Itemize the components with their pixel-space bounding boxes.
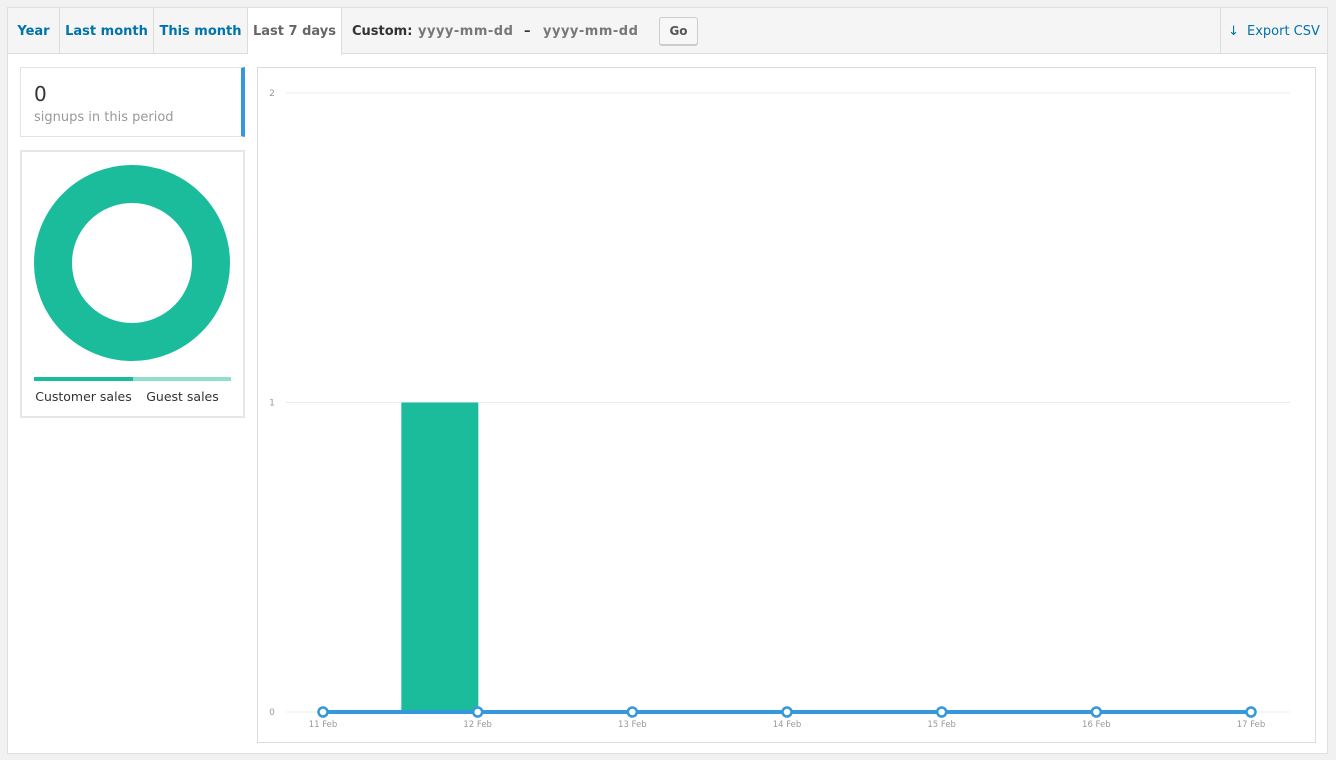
start-date-input[interactable]	[418, 19, 514, 43]
custom-range-label: Custom:	[352, 23, 413, 39]
signups-chart-panel: 2 1 0 11 Feb 12 Feb 13 Feb 14 Feb 15 Feb 16 Feb 1…	[257, 67, 1316, 743]
y-tick-label: 2	[269, 89, 275, 99]
line-point[interactable]	[1090, 706, 1103, 718]
line-point[interactable]	[626, 706, 639, 718]
export-csv-button[interactable]: ↓ Export CSV	[1220, 8, 1327, 54]
report-panel: Year Last month This month Last 7 days C…	[7, 7, 1328, 754]
signups-label: signups in this period	[34, 110, 174, 125]
x-tick-label: 15 Feb	[927, 720, 956, 730]
donut-slice[interactable]	[34, 165, 230, 361]
tab-last-month[interactable]: Last month	[60, 8, 154, 54]
y-tick-label: 1	[269, 399, 275, 409]
signups-summary: 0 signups in this period	[20, 67, 245, 137]
download-arrow-icon: ↓	[1228, 23, 1239, 39]
bar[interactable]	[401, 402, 479, 713]
date-range-separator: –	[524, 23, 531, 39]
x-tick-label: 14 Feb	[773, 720, 802, 730]
x-tick-label: 11 Feb	[309, 720, 338, 730]
range-toolbar: Year Last month This month Last 7 days C…	[8, 8, 1327, 55]
end-date-input[interactable]	[543, 19, 639, 43]
tab-year[interactable]: Year	[8, 8, 60, 54]
legend-label-guest-sales[interactable]: Guest sales	[133, 389, 232, 404]
legend-swatch-customer	[34, 377, 133, 381]
line-point[interactable]	[935, 706, 948, 718]
legend-label-customer-sales[interactable]: Customer sales	[34, 389, 133, 404]
x-tick-label: 13 Feb	[618, 720, 647, 730]
line-point[interactable]	[781, 706, 793, 718]
signups-chart: 2 1 0 11 Feb 12 Feb 13 Feb 14 Feb 15 Feb 16 Feb 1…	[269, 89, 1290, 730]
line-point[interactable]	[317, 706, 329, 718]
x-tick-label: 12 Feb	[463, 720, 492, 730]
x-tick-label: 16 Feb	[1082, 720, 1111, 730]
signups-count: 0	[34, 82, 47, 106]
tab-last-7-days[interactable]: Last 7 days	[248, 8, 342, 55]
sales-donut-panel: Customer sales Guest sales	[20, 150, 245, 418]
line-point[interactable]	[1245, 706, 1257, 718]
go-button[interactable]: Go	[659, 17, 698, 45]
y-tick-label: 0	[269, 708, 275, 718]
line-point[interactable]	[471, 706, 484, 718]
export-csv-label: Export CSV	[1246, 23, 1320, 39]
legend-swatch-guest	[133, 377, 231, 381]
x-tick-label: 17 Feb	[1237, 720, 1266, 730]
tab-this-month[interactable]: This month	[154, 8, 248, 54]
